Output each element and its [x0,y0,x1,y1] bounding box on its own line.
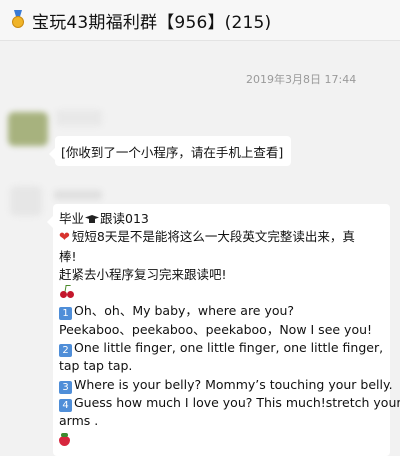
message-bubble-text[interactable]: 毕业 跟读013 ❤ 短短8天是不是能将这么一大段英文完整读出来，真 棒! 赶紧去小… [47,204,400,456]
list-item: 1 Oh、oh、My baby，where are you? [59,302,384,321]
cherries-icon [59,285,75,299]
message-bubble-miniprogram[interactable]: [你收到了一个小程序，请在手机上查看] [49,136,291,166]
strawberry-line [59,431,384,449]
keycap-four-icon: 4 [59,398,72,412]
red-heart-icon: ❤ [59,230,70,246]
chat-header: 宝玩43期福利群【956】(215) [0,0,400,41]
message-line: 赶紧去小程序复习完来跟读吧! [59,266,227,282]
cherries-line [59,284,384,302]
graduation-cap-icon [85,214,99,224]
keycap-three-icon: 3 [59,380,72,394]
list-item-continuation: tap tap tap. [59,358,133,374]
keycap-two-icon: 2 [59,344,72,358]
sender-name [56,110,102,126]
list-item: 2 One little finger, one little finger, o… [59,339,384,358]
message-text: [你收到了一个小程序，请在手机上查看] [61,145,284,160]
sender-avatar[interactable] [8,112,48,146]
gold-medal-icon [10,10,26,30]
list-item: 4 Guess how much I love you? This much!st… [59,394,400,412]
sender-name [54,190,102,200]
list-item-continuation: Peekaboo、peekaboo、peekaboo，Now I see you… [59,321,373,337]
message-line: ❤ 短短8天是不是能将这么一大段英文完整读出来，真 [59,228,384,247]
list-item-continuation: arms . [59,413,99,429]
message-title-line: 毕业 跟读013 [59,211,149,226]
message-line: 棒! [59,248,77,264]
chat-title: 宝玩43期福利群【956】(215) [32,12,272,33]
sender-avatar[interactable] [10,186,42,216]
keycap-one-icon: 1 [59,307,72,321]
message-timestamp: 2019年3月8日 17:44 [246,73,357,86]
list-item: 3 Where is your belly? Mommy’s touching y… [59,376,393,394]
